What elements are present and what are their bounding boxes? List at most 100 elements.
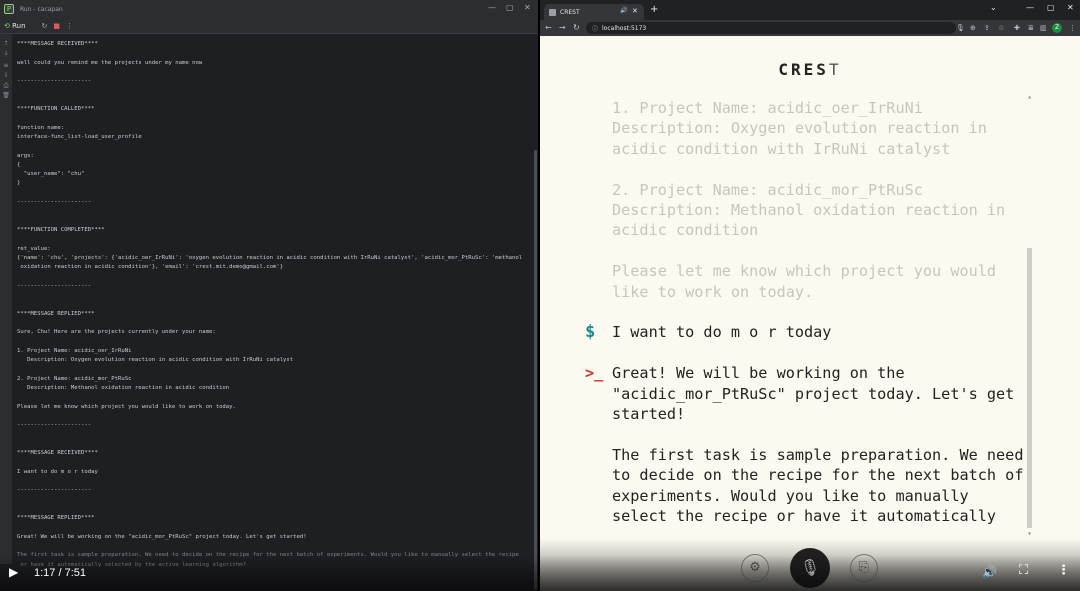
reload-icon[interactable]: ↻ — [573, 23, 580, 33]
ide-run-toolbar: ⟲ Run ↻ ■ ⋮ — [0, 18, 538, 34]
console-line: 2. Project Name: acidic_mor_PtRuSc — [17, 375, 132, 382]
new-tab-icon[interactable]: + — [650, 4, 658, 16]
console-line: ****FUNCTION CALLED**** — [17, 106, 95, 113]
console-line: "user_name": "chu" — [17, 171, 85, 178]
stop-icon[interactable]: ■ — [53, 22, 60, 30]
scroll-up-icon[interactable]: ↑ — [2, 40, 10, 47]
profile-avatar[interactable]: Z — [1052, 23, 1062, 33]
browser-tabbar: CREST 🔊 ✕ + ⌄ — ▢ ✕ — [540, 0, 1080, 20]
assistant-message: 1. Project Name: acidic_oer_IrRuNi Descr… — [585, 98, 1030, 302]
chat-scroll-down-icon[interactable]: ▼ — [1027, 531, 1032, 536]
run-console-output[interactable]: ****MESSAGE RECEIVED**** well could you … — [17, 40, 532, 570]
scroll-to-end-icon[interactable]: ⇩ — [2, 72, 10, 79]
message-text: 1. Project Name: acidic_oer_IrRuNi Descr… — [612, 99, 1006, 301]
message-text: Great! We will be working on the "acidic… — [612, 364, 1024, 528]
console-line: ---------------------- — [17, 78, 92, 85]
close-icon[interactable]: ✕ — [524, 3, 531, 13]
browser-minimize-icon[interactable]: — — [1026, 3, 1034, 13]
site-info-icon[interactable]: ⓘ — [592, 24, 598, 33]
user-message: $ I want to do m o r today — [585, 322, 1030, 342]
console-line: ****MESSAGE RECEIVED**** — [17, 41, 98, 47]
more-options-icon[interactable]: ⋮ — [66, 22, 73, 30]
tab-close-icon[interactable]: ✕ — [632, 7, 638, 15]
run-tab[interactable]: ⟲ Run — [4, 22, 26, 30]
assistant-message: >_ Great! We will be working on the "acid… — [585, 363, 1030, 528]
console-line: ---------------------- — [17, 282, 92, 289]
console-line: function name: — [17, 124, 65, 131]
mic-permission-icon[interactable]: 🎙 — [956, 23, 965, 33]
video-player-controls: ▶ 1:17 / 7:51 🔊 ⛶ ⋮ — [0, 555, 1080, 591]
tab-title: CREST — [560, 8, 580, 16]
scroll-down-icon[interactable]: ↓ — [2, 50, 10, 57]
url-bar[interactable]: ⓘ localhost:5173 — [586, 22, 956, 34]
fullscreen-icon[interactable]: ⛶ — [1019, 564, 1028, 578]
tab-search-chevron-down-icon[interactable]: ⌄ — [990, 3, 997, 13]
browser-tab-crest[interactable]: CREST 🔊 ✕ — [544, 4, 644, 20]
ide-console-gutter: ↑ ↓ ≡ ⇩ ⎙ 🗑 — [0, 34, 12, 564]
console-line: { — [17, 161, 21, 168]
url-text: localhost:5173 — [602, 24, 647, 32]
browser-close-icon[interactable]: ✕ — [1067, 3, 1074, 13]
crest-logo: CREST — [540, 60, 1080, 79]
zoom-icon[interactable]: ⊕ — [970, 23, 976, 33]
ide-window: P Run - cacapan — ▢ ✕ ⟲ Run ↻ ■ ⋮ ↑ ↓ ≡ … — [0, 0, 538, 591]
browser-menu-icon[interactable]: ⋮ — [1069, 23, 1076, 33]
share-icon[interactable]: ⇪ — [984, 23, 990, 33]
chat-transcript[interactable]: 1. Project Name: acidic_oer_IrRuNi Descr… — [585, 98, 1030, 528]
console-line: 1. Project Name: acidic_oer_IrRuNi — [17, 347, 132, 354]
maximize-icon[interactable]: ▢ — [506, 3, 514, 13]
chat-scrollbar[interactable]: ▲ ▼ — [1027, 94, 1032, 536]
chat-scrollbar-thumb[interactable] — [1027, 248, 1032, 528]
console-line: oxidation reaction in acidic condition'}… — [17, 264, 284, 271]
volume-icon[interactable]: 🔊 — [982, 565, 997, 579]
assistant-terminal-prompt-icon: >_ — [585, 364, 604, 383]
minimize-icon[interactable]: — — [488, 3, 496, 13]
soft-wrap-icon[interactable]: ≡ — [2, 62, 10, 69]
print-icon[interactable]: ⎙ — [2, 82, 10, 90]
chat-scroll-up-icon[interactable]: ▲ — [1027, 94, 1032, 99]
ide-window-title: Run - cacapan — [20, 5, 63, 13]
console-line: Great! We will be working on the "acidic… — [17, 533, 307, 540]
play-icon[interactable]: ▶ — [9, 565, 18, 579]
console-scrollbar-thumb[interactable] — [534, 150, 537, 590]
forward-arrow-icon[interactable]: → — [559, 23, 566, 33]
rerun-icon[interactable]: ↻ — [42, 22, 48, 30]
console-line: ****FUNCTION COMPLETED**** — [17, 226, 105, 233]
back-arrow-icon[interactable]: ← — [545, 23, 552, 33]
console-line: interface-func_list-load_user_profile — [17, 133, 142, 140]
run-tab-icon: ⟲ — [4, 21, 10, 30]
tab-audio-icon[interactable]: 🔊 — [620, 7, 627, 14]
trash-icon[interactable]: 🗑 — [2, 92, 10, 99]
console-line: ---------------------- — [17, 422, 92, 429]
side-panel-icon[interactable]: ▥ — [1040, 23, 1047, 33]
bookmark-star-icon[interactable]: ☆ — [998, 23, 1004, 33]
extensions-puzzle-icon[interactable]: ✚ — [1014, 23, 1020, 33]
reading-list-icon[interactable]: ≣ — [1028, 23, 1034, 33]
console-line: ---------------------- — [17, 199, 92, 206]
playback-time: 1:17 / 7:51 — [34, 567, 86, 579]
console-line: Please let me know which project you wou… — [17, 403, 236, 410]
console-scrollbar[interactable] — [534, 40, 537, 590]
browser-maximize-icon[interactable]: ▢ — [1047, 3, 1055, 13]
more-vert-icon[interactable]: ⋮ — [1057, 564, 1070, 578]
console-line: } — [17, 180, 21, 187]
tab-favicon-icon — [549, 8, 556, 16]
crest-app-page: CREST 1. Project Name: acidic_oer_IrRuNi… — [540, 36, 1080, 591]
console-line: ****MESSAGE REPLIED**** — [17, 515, 95, 522]
